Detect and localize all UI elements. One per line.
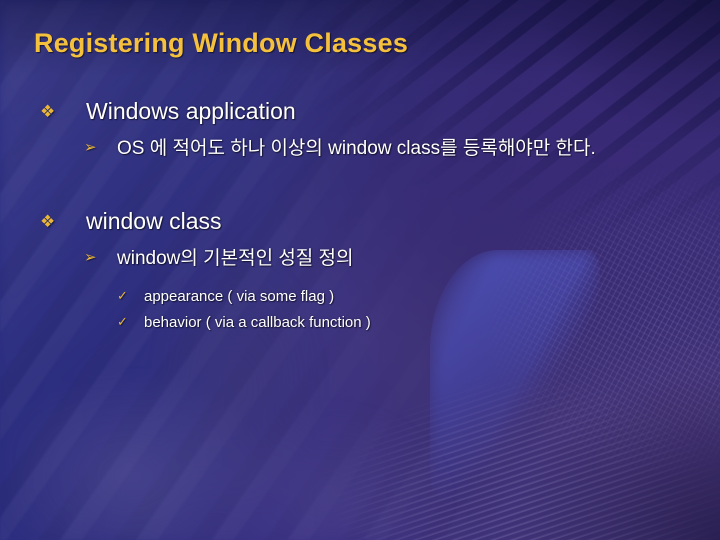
arrow-bullet-icon: ➢ <box>84 139 97 156</box>
arrow-bullet-icon: ➢ <box>84 249 97 266</box>
outline-spacer <box>0 272 700 282</box>
slide-body-outline: ❖ Windows application ➢ OS 에 적어도 하나 이상의 … <box>0 96 700 334</box>
outline-text: window의 기본적인 성질 정의 <box>117 248 354 269</box>
outline-item-level3: ✓ appearance ( via some flag ) <box>0 286 700 308</box>
presentation-slide: Registering Window Classes ❖ Windows app… <box>0 0 720 540</box>
outline-text: OS 에 적어도 하나 이상의 window class를 등록해야만 한다. <box>117 138 596 159</box>
check-bullet-icon: ✓ <box>117 314 128 329</box>
outline-item-level1: ❖ Windows application <box>0 96 700 126</box>
outline-spacer <box>0 162 700 206</box>
diamond-bullet-icon: ❖ <box>40 102 56 121</box>
outline-text: window class <box>86 208 222 234</box>
outline-item-level2: ➢ OS 에 적어도 하나 이상의 window class를 등록해야만 한다… <box>0 136 700 162</box>
outline-text: appearance ( via some flag ) <box>144 288 335 305</box>
slide-content: Registering Window Classes ❖ Windows app… <box>0 0 720 540</box>
slide-title: Registering Window Classes <box>34 28 409 58</box>
outline-text: behavior ( via a callback function ) <box>144 314 371 331</box>
outline-item-level1: ❖ window class <box>0 206 700 236</box>
check-bullet-icon: ✓ <box>117 288 128 303</box>
outline-item-level3: ✓ behavior ( via a callback function ) <box>0 312 700 334</box>
outline-item-level2: ➢ window의 기본적인 성질 정의 <box>0 246 700 272</box>
outline-text: Windows application <box>86 98 296 124</box>
diamond-bullet-icon: ❖ <box>40 212 56 231</box>
